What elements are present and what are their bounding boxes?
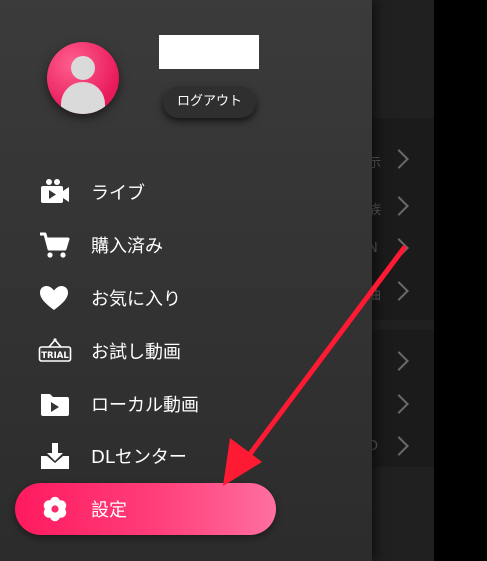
- live-camera-icon: [38, 178, 72, 206]
- menu-item-purchased[interactable]: 購入済み: [0, 225, 372, 265]
- avatar-body: [61, 82, 105, 114]
- chevron-right-icon: [389, 149, 409, 169]
- avatar-head: [71, 56, 95, 80]
- menu-item-local-videos[interactable]: ローカル動画: [0, 384, 372, 424]
- background-row: 示: [368, 136, 434, 188]
- chevron-right-icon: [389, 351, 409, 371]
- folder-play-icon: [38, 390, 72, 418]
- navigation-drawer: ログアウト ライブ 購入済み お気に入り TRIAL お試し動画 ローカル動画 …: [0, 0, 372, 561]
- avatar[interactable]: [47, 42, 119, 114]
- menu-item-label: 設定: [91, 500, 127, 521]
- menu-item-label: お気に入り: [91, 289, 181, 310]
- menu-item-label: 購入済み: [91, 236, 163, 257]
- background-row: D: [368, 423, 434, 475]
- menu-item-trial-videos[interactable]: TRIAL お試し動画: [0, 331, 372, 371]
- menu-item-live[interactable]: ライブ: [0, 172, 372, 212]
- menu-item-settings[interactable]: 設定: [15, 483, 276, 535]
- menu-item-dl-center[interactable]: DLセンター: [0, 436, 372, 476]
- menu-item-label: ローカル動画: [91, 395, 199, 416]
- logout-button[interactable]: ログアウト: [163, 86, 256, 118]
- menu-item-label: DLセンター: [91, 447, 187, 468]
- background-edge: [434, 0, 487, 561]
- chevron-right-icon: [389, 394, 409, 414]
- username-redacted: [159, 35, 259, 69]
- chevron-right-icon: [389, 436, 409, 456]
- download-icon: [38, 442, 72, 470]
- gear-icon: [40, 494, 70, 524]
- shopping-cart-icon: [38, 231, 72, 259]
- menu-item-label: ライブ: [91, 183, 145, 204]
- heart-icon: [38, 284, 72, 312]
- menu-item-favorites[interactable]: お気に入り: [0, 278, 372, 318]
- chevron-right-icon: [389, 238, 409, 258]
- menu-item-label: お試し動画: [91, 342, 181, 363]
- background-row: 曲: [368, 268, 434, 320]
- svg-text:TRIAL: TRIAL: [41, 351, 69, 361]
- chevron-right-icon: [389, 281, 409, 301]
- chevron-right-icon: [389, 196, 409, 216]
- trial-icon: TRIAL: [38, 337, 72, 365]
